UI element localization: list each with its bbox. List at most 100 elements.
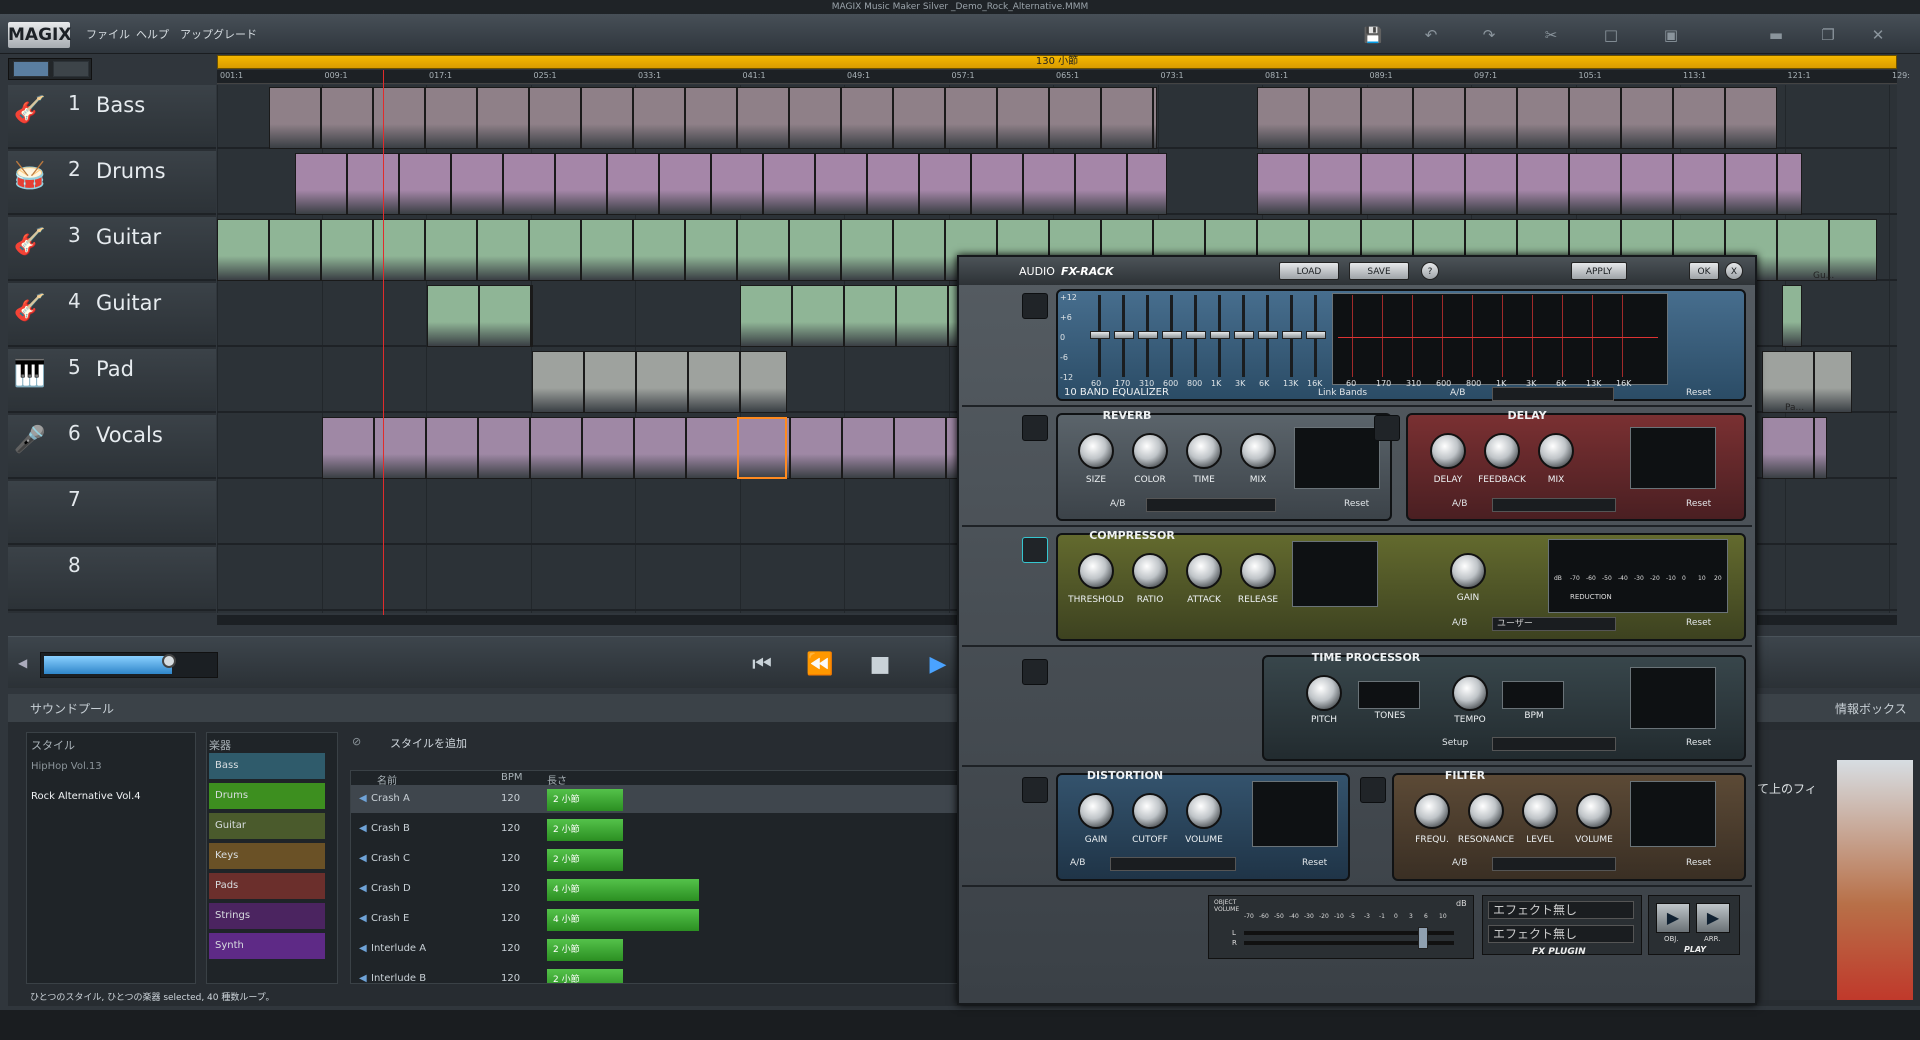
volume-knob[interactable] <box>161 654 176 668</box>
instrument-item[interactable]: Drums <box>209 783 325 809</box>
style-item-selected[interactable]: Rock Alternative Vol.4 <box>31 791 141 802</box>
audio-clip[interactable] <box>477 87 529 149</box>
eq-fader-handle[interactable] <box>1138 331 1158 339</box>
fx-plugin-slot-1[interactable]: エフェクト無し <box>1488 901 1634 919</box>
filter-preset-dropdown[interactable] <box>1492 857 1616 871</box>
eq-fader-handle[interactable] <box>1210 331 1230 339</box>
loop-row[interactable]: ◀ Crash C 120 2 小節 <box>351 845 959 873</box>
soundpool-tab[interactable]: サウンドプール <box>30 700 114 717</box>
audio-clip[interactable] <box>1814 417 1827 479</box>
distortion-preset-dropdown[interactable] <box>1110 857 1236 871</box>
audio-clip[interactable] <box>1361 87 1413 149</box>
ok-button[interactable]: OK <box>1689 262 1719 280</box>
close-fx-button[interactable]: X <box>1725 262 1743 280</box>
song-length-bar[interactable]: 130 小節 <box>217 55 1897 69</box>
instrument-item[interactable]: Bass <box>209 753 325 779</box>
audio-clip[interactable] <box>1257 87 1309 149</box>
filter-knob-volume[interactable] <box>1576 793 1612 829</box>
reverb-knob-size[interactable] <box>1078 433 1114 469</box>
style-item[interactable]: HipHop Vol.13 <box>31 761 102 772</box>
compressor-gain-knob[interactable] <box>1450 553 1486 589</box>
audio-clip[interactable] <box>789 87 841 149</box>
menu-upgrade[interactable]: アップグレード <box>180 26 257 42</box>
audio-clip[interactable] <box>1309 87 1361 149</box>
instrument-item[interactable]: Keys <box>209 843 325 869</box>
compressor-reset-button[interactable]: Reset <box>1686 618 1711 628</box>
audio-clip[interactable] <box>1413 87 1465 149</box>
audio-clip[interactable] <box>1257 153 1309 215</box>
menu-file[interactable]: ファイル <box>86 26 130 42</box>
track-header[interactable]: 🎸 1 Bass <box>8 85 216 149</box>
audio-clip[interactable] <box>530 417 582 479</box>
audio-clip[interactable] <box>1673 87 1725 149</box>
delay-ab-switch[interactable]: A/B <box>1452 499 1467 509</box>
speaker-icon[interactable]: ◀ <box>359 875 367 903</box>
audio-clip[interactable] <box>792 285 844 347</box>
pitch-knob[interactable] <box>1306 675 1342 711</box>
apply-button[interactable]: APPLY <box>1571 262 1627 280</box>
add-style-icon[interactable]: ⊘ <box>352 735 361 748</box>
audio-clip[interactable] <box>529 87 581 149</box>
audio-clip[interactable] <box>633 87 685 149</box>
distortion-knob-cutoff[interactable] <box>1132 793 1168 829</box>
redo-icon[interactable]: ↷ <box>1478 24 1500 46</box>
eq-fader-handle[interactable] <box>1282 331 1302 339</box>
compressor-ab-switch[interactable]: A/B <box>1452 618 1467 628</box>
audio-clip[interactable] <box>374 417 426 479</box>
loop-row[interactable]: ◀ Crash B 120 2 小節 <box>351 815 959 843</box>
eq-fader-handle[interactable] <box>1258 331 1278 339</box>
paste-icon[interactable]: ▣ <box>1660 24 1682 46</box>
maximize-icon[interactable]: ❐ <box>1814 24 1842 46</box>
audio-clip[interactable] <box>1075 153 1127 215</box>
instrument-item[interactable]: Strings <box>209 903 325 929</box>
playhead-cursor[interactable] <box>383 70 384 615</box>
audio-clip[interactable] <box>1153 87 1157 149</box>
speaker-icon[interactable]: ◀ <box>359 845 367 873</box>
audio-clip[interactable] <box>425 87 477 149</box>
audio-clip[interactable] <box>269 219 321 281</box>
audio-clip[interactable] <box>295 153 347 215</box>
grid-view-button[interactable] <box>53 61 89 77</box>
audio-clip[interactable] <box>896 285 948 347</box>
audio-clip[interactable] <box>529 219 581 281</box>
selected-clip[interactable] <box>737 417 787 479</box>
infobox-tab[interactable]: 情報ボックス <box>1835 700 1907 717</box>
audio-clip[interactable] <box>659 153 711 215</box>
filter-knob-frequ[interactable] <box>1414 793 1450 829</box>
eq-reset-button[interactable]: Reset <box>1686 388 1711 398</box>
audio-clip[interactable] <box>581 87 633 149</box>
audio-clip[interactable] <box>581 219 633 281</box>
audio-clip[interactable] <box>633 219 685 281</box>
audio-clip[interactable] <box>1127 153 1167 215</box>
audio-clip[interactable] <box>1782 285 1802 347</box>
audio-clip[interactable] <box>347 153 399 215</box>
audio-clip[interactable] <box>1049 87 1101 149</box>
close-icon[interactable]: ✕ <box>1864 24 1892 46</box>
audio-clip[interactable] <box>503 153 555 215</box>
audio-clip[interactable] <box>321 87 373 149</box>
audio-clip[interactable] <box>841 87 893 149</box>
reverb-knob-mix[interactable] <box>1240 433 1276 469</box>
eq-link-bands[interactable]: Link Bands <box>1318 388 1367 398</box>
audio-clip[interactable] <box>584 351 636 413</box>
audio-clip[interactable] <box>997 87 1049 149</box>
speaker-icon[interactable]: ◀ <box>359 905 367 933</box>
compressor-power-button[interactable] <box>1022 537 1048 563</box>
time-processor-dropdown[interactable] <box>1492 737 1616 751</box>
delay-knob-delay[interactable] <box>1430 433 1466 469</box>
minimize-icon[interactable]: ▬ <box>1762 24 1790 46</box>
speaker-icon[interactable]: ◀ <box>359 785 367 813</box>
audio-clip[interactable] <box>582 417 634 479</box>
play-icon[interactable]: ▶ <box>920 652 956 678</box>
track-lane[interactable] <box>217 85 1897 149</box>
loop-row[interactable]: ◀ Interlude A 120 2 小節 <box>351 935 959 963</box>
delay-knob-mix[interactable] <box>1538 433 1574 469</box>
audio-clip[interactable] <box>373 219 425 281</box>
reverb-knob-color[interactable] <box>1132 433 1168 469</box>
audio-clip[interactable] <box>790 417 842 479</box>
filter-ab-switch[interactable]: A/B <box>1452 858 1467 868</box>
stop-icon[interactable]: ■ <box>862 652 898 678</box>
filter-knob-resonance[interactable] <box>1468 793 1504 829</box>
eq-fader-handle[interactable] <box>1186 331 1206 339</box>
audio-clip[interactable] <box>269 87 321 149</box>
